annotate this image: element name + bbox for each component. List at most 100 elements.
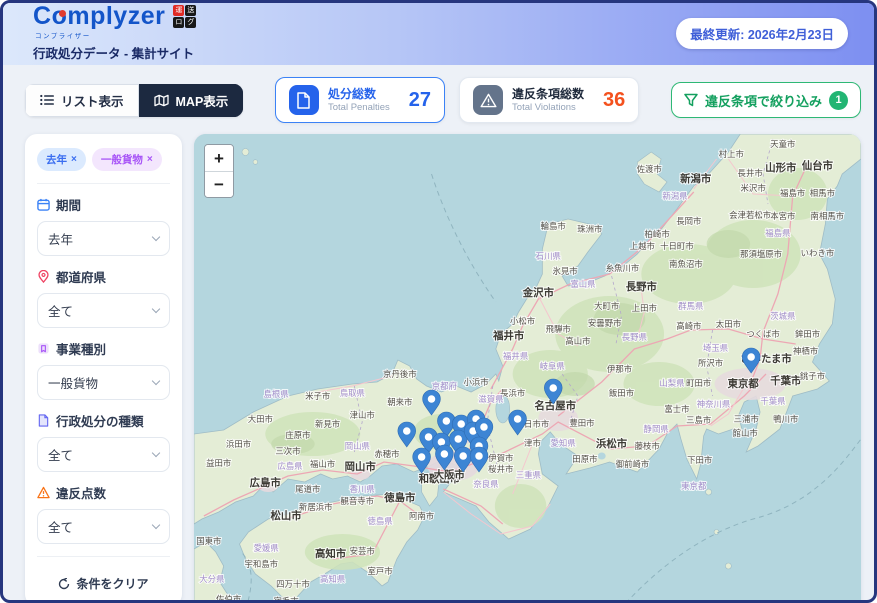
map-label: 佐渡市: [637, 164, 663, 174]
chip-remove-icon[interactable]: ×: [71, 154, 77, 165]
warning-triangle-icon: [473, 85, 504, 115]
map-label: 高知県: [320, 574, 346, 584]
toolbar: リスト表示 MAP表示 処分総数 Total Penalties 27 違反条項…: [25, 77, 861, 123]
map-label: 所沢市: [698, 358, 724, 368]
map-label: 太田市: [716, 319, 742, 329]
list-view-button[interactable]: リスト表示: [25, 83, 139, 117]
map-panel[interactable]: + − 仙台市 山形市 新潟市 金沢市 長野市 福井市 名古屋市 東京都 さいた…: [194, 134, 861, 603]
map-label: 香川県: [350, 484, 376, 494]
total-violations-card: 違反条項総数 Total Violations 36: [459, 77, 640, 123]
map-label: 千葉市: [770, 374, 802, 387]
chevron-down-icon: [151, 232, 161, 242]
warning-icon: [37, 486, 50, 499]
document-icon: [288, 85, 319, 115]
map-label: 豊田市: [569, 418, 595, 428]
map-label: 那須塩原市: [740, 249, 783, 259]
map-label: 三島市: [686, 415, 712, 425]
map-label: 浜田市: [226, 439, 252, 449]
map-label: 鉾田市: [795, 329, 821, 339]
map-label: 滋賀県: [478, 394, 504, 404]
island: [725, 562, 732, 570]
map-label: 徳島市: [383, 491, 416, 504]
chip-business-type[interactable]: 一般貨物 ×: [91, 148, 162, 171]
map-label: 米沢市: [741, 183, 767, 193]
map-label: 山形市: [765, 161, 797, 174]
map-label: 観音寺市: [340, 496, 374, 506]
map-label: 下田市: [687, 455, 713, 465]
map-label: 鴨川市: [773, 414, 799, 424]
divider: [37, 556, 170, 557]
map-label: 上田市: [632, 303, 658, 313]
map-label: 大阪市: [434, 468, 466, 481]
map-label: 新見市: [315, 419, 341, 429]
island: [252, 159, 258, 165]
filter-label-business-type: 事業種別: [37, 339, 170, 358]
zoom-out-button[interactable]: −: [205, 171, 233, 197]
chevron-down-icon: [151, 520, 161, 530]
map-label: 山梨県: [659, 378, 685, 388]
period-select[interactable]: 去年: [37, 221, 170, 256]
filter-count-badge: 1: [829, 90, 848, 110]
chip-remove-icon[interactable]: ×: [147, 154, 153, 165]
main-area: リスト表示 MAP表示 処分総数 Total Penalties 27 違反条項…: [3, 65, 874, 603]
violation-points-select[interactable]: 全て: [37, 509, 170, 544]
penalty-type-select[interactable]: 全て: [37, 437, 170, 472]
map-label: 新潟市: [680, 172, 712, 185]
funnel-icon: [684, 93, 698, 107]
map-label: 村上市: [719, 149, 745, 159]
map-label: 浜松市: [596, 437, 628, 450]
map-label: つくば市: [746, 329, 780, 339]
map-label: 長岡市: [676, 216, 702, 226]
map-label: 庄原市: [285, 430, 311, 440]
map-label: 糸魚川市: [606, 263, 640, 273]
map-label: 福井県: [503, 351, 529, 361]
map-label: 田原市: [572, 454, 598, 464]
map-label: 長井市: [738, 168, 764, 178]
document-icon: [38, 414, 49, 427]
map-label: 長野市: [626, 280, 658, 293]
map-label: 宿毛市: [273, 596, 299, 603]
map-label: 奈良県: [473, 479, 499, 489]
map-view-button[interactable]: MAP表示: [138, 83, 244, 117]
map-label: 上越市: [630, 241, 656, 251]
map-label: 本宮市: [770, 211, 796, 221]
prefecture-select[interactable]: 全て: [37, 293, 170, 328]
map-label: 広島市: [250, 476, 282, 489]
zoom-in-button[interactable]: +: [205, 145, 233, 171]
stat-title: 違反条項総数: [512, 87, 585, 102]
total-penalties-card: 処分総数 Total Penalties 27: [274, 77, 446, 123]
map-label: 津山市: [350, 410, 376, 420]
map-label: 徳島県: [367, 516, 393, 526]
map-label: 鳥取県: [340, 388, 366, 398]
map-label: 岡山県: [345, 441, 371, 451]
map-label: 桜井市: [488, 464, 514, 474]
map-label: 高知市: [315, 547, 347, 560]
filter-label-period: 期間: [37, 195, 170, 214]
map-label: 長野県: [622, 332, 648, 342]
active-filter-chips: 去年 × 一般貨物 ×: [37, 148, 170, 171]
stats-cards: 処分総数 Total Penalties 27 違反条項総数 Total Vio…: [274, 77, 640, 123]
map-label: 東京都: [681, 481, 707, 491]
clear-filters-button[interactable]: 条件をクリア: [37, 567, 170, 596]
japan-map[interactable]: 仙台市山形市新潟市金沢市長野市福井市名古屋市東京都さいたま市千葉市町田市岡山市広…: [194, 134, 861, 603]
map-label: 阿南市: [409, 511, 435, 521]
map-label: 国東市: [196, 536, 222, 546]
business-type-select[interactable]: 一般貨物: [37, 365, 170, 400]
map-label: 館山市: [733, 428, 759, 438]
map-label: 富山県: [570, 279, 596, 289]
filter-label-violation-points: 違反点数: [37, 483, 170, 502]
map-label: 天童市: [770, 139, 796, 149]
map-label: 京丹後市: [383, 369, 417, 379]
map-label: 飯田市: [609, 388, 635, 398]
map-label: 岐阜県: [540, 361, 566, 371]
map-label: 茨城県: [770, 311, 796, 321]
map-label: 宇和島市: [245, 559, 279, 569]
chip-period[interactable]: 去年 ×: [37, 148, 86, 171]
app-window: Complyzer 運 送 ロ グ コンプライザー 行政処分データ - 集計サイ…: [0, 0, 877, 603]
map-label: 御前崎市: [616, 459, 650, 469]
map-label: 福島市: [780, 188, 806, 198]
map-label: 仙台市: [802, 159, 834, 172]
filter-label-prefecture: 都道府県: [37, 267, 170, 286]
map-label: 四万十市: [276, 579, 310, 589]
violation-filter-button[interactable]: 違反条項で絞り込み 1: [670, 82, 861, 118]
